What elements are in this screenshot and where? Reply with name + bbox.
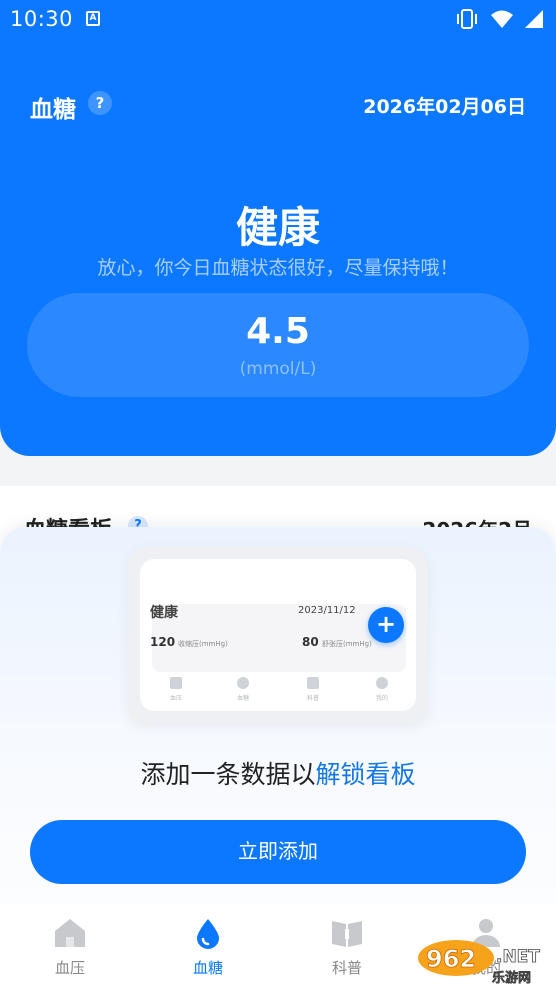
tab-science[interactable]: 科普 (307, 917, 387, 978)
preview-nav-item: 科普 (293, 677, 333, 702)
tab-label: 科普 (331, 959, 362, 977)
user-icon (376, 677, 388, 689)
wifi-icon (491, 10, 513, 28)
preview-illustration: 血压 血糖 科普 我的 健康 2023/11/12 + 120 收缩压(mmHg… (128, 547, 428, 723)
home-icon (170, 677, 182, 689)
page-title: 血糖 (30, 97, 76, 123)
preview-diastolic-value: 80 (302, 635, 319, 649)
preview-status: 健康 (150, 605, 178, 621)
preview-nav: 血压 血糖 科普 我的 (152, 673, 406, 705)
drop-icon (237, 677, 249, 689)
header-card: 血糖 ? 2026年02月06日 健康 放心，你今日血糖状态很好，尽量保持哦！ … (0, 0, 556, 456)
status-bar: 10:30 A (0, 0, 556, 40)
tab-label: 血压 (54, 959, 85, 977)
status-description: 放心，你今日血糖状态很好，尽量保持哦！ (97, 257, 459, 279)
signal-icon (525, 10, 543, 28)
add-now-button[interactable]: 立即添加 (30, 820, 526, 884)
glucose-value: 4.5 (246, 311, 310, 352)
preview-card (152, 604, 406, 672)
preview-plus-icon: + (368, 607, 404, 643)
svg-text:.NET: .NET (496, 947, 540, 967)
unlock-message-highlight: 解锁看板 (315, 760, 416, 789)
glucose-unit: (mmol/L) (239, 359, 317, 379)
status-time: 10:30 (10, 7, 74, 31)
unlock-message-prefix: 添加一条数据以 (140, 760, 316, 789)
preview-systolic-label: 收缩压(mmHg) (178, 640, 228, 648)
site-watermark-logo: 962 .NET 乐游网 (418, 940, 541, 986)
home-icon (55, 919, 85, 947)
notification-icon: A (86, 11, 100, 26)
header-date[interactable]: 2026年02月06日 (363, 92, 526, 119)
book-icon (332, 921, 362, 947)
svg-text:乐游网: 乐游网 (492, 970, 531, 986)
preview-date: 2023/11/12 (298, 605, 356, 616)
tab-blood-pressure[interactable]: 血压 (30, 917, 110, 978)
tab-label: 血糖 (192, 959, 223, 977)
preview-nav-item: 血糖 (223, 677, 263, 702)
glucose-value-pill: 4.5 (mmol/L) (27, 293, 529, 397)
status-icons (454, 8, 544, 30)
preview-nav-item: 血压 (156, 677, 196, 702)
preview-systolic-value: 120 (150, 635, 176, 649)
vibrate-icon (457, 9, 477, 29)
preview-diastolic-label: 舒张压(mmHg) (322, 640, 372, 648)
tab-blood-sugar[interactable]: 血糖 (168, 917, 248, 978)
drop-icon (197, 919, 219, 949)
health-status: 健康 (235, 203, 320, 252)
unlock-message: 添加一条数据以解锁看板 (0, 755, 556, 791)
help-icon[interactable]: ? (88, 91, 112, 115)
book-icon (307, 677, 319, 689)
preview-nav-item: 我的 (362, 677, 402, 702)
svg-text:962: 962 (426, 945, 476, 973)
